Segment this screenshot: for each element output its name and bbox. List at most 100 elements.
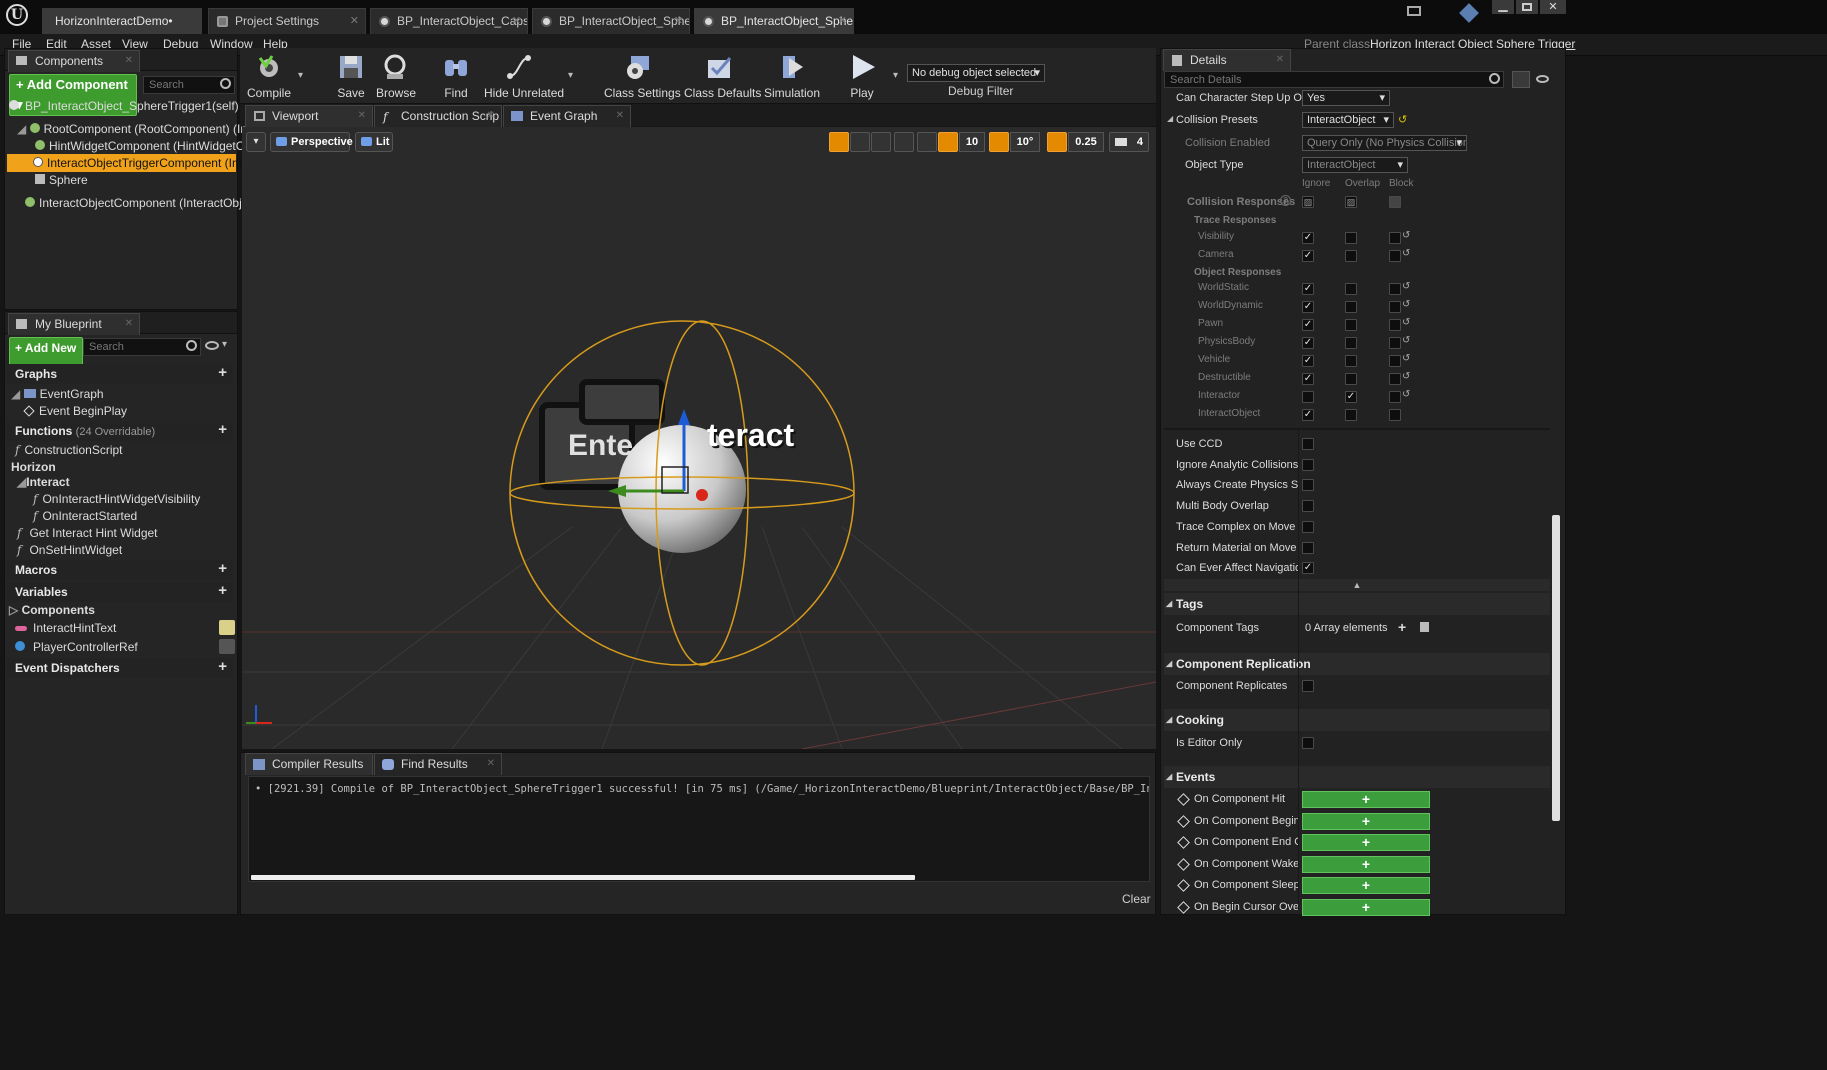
- events-category[interactable]: Events: [1164, 766, 1550, 788]
- functions-section[interactable]: Functions (24 Overridable) +: [7, 421, 233, 441]
- response-overlap-checkbox[interactable]: ✓: [1345, 391, 1357, 403]
- response-block-checkbox[interactable]: [1389, 250, 1401, 262]
- bool-property-checkbox[interactable]: [1302, 458, 1314, 471]
- function-item-interact-started[interactable]: f OnInteractStarted: [33, 509, 137, 523]
- tab-bp-capsule[interactable]: BP_InteractObject_Capsul ✕: [370, 8, 528, 34]
- response-overlap-checkbox[interactable]: [1345, 232, 1357, 244]
- response-block-checkbox[interactable]: [1389, 319, 1401, 331]
- class-defaults-button[interactable]: Class Defaults: [684, 50, 761, 100]
- add-event-button[interactable]: +: [1302, 898, 1430, 916]
- response-ignore-checkbox[interactable]: [1302, 391, 1314, 403]
- root-component-item[interactable]: ◢ RootComponent (RootComponent) (Inheri: [17, 122, 267, 136]
- bool-property-checkbox[interactable]: [1302, 479, 1314, 492]
- my-blueprint-search-input[interactable]: Search: [83, 338, 201, 356]
- reset-to-default-icon[interactable]: ↺: [1402, 317, 1410, 328]
- components-category[interactable]: ▷ Components: [9, 603, 95, 617]
- response-ignore-checkbox[interactable]: ✓: [1302, 373, 1314, 385]
- response-overlap-checkbox[interactable]: [1345, 319, 1357, 331]
- all-block-checkbox[interactable]: [1389, 196, 1401, 208]
- response-block-checkbox[interactable]: [1389, 337, 1401, 349]
- close-icon[interactable]: ✕: [674, 9, 683, 33]
- response-overlap-checkbox[interactable]: [1345, 301, 1357, 313]
- add-event-button[interactable]: +: [1302, 855, 1430, 873]
- add-event-button[interactable]: +: [1302, 834, 1430, 851]
- rotation-snap-value[interactable]: 10°: [1010, 132, 1040, 152]
- scale-mode-icon[interactable]: [871, 132, 891, 152]
- viewport[interactable]: Ente teract: [242, 127, 1156, 749]
- hint-widget-component-item[interactable]: HintWidgetComponent (HintWidgetComp: [35, 139, 268, 153]
- tab-find-results[interactable]: Find Results ✕: [374, 753, 502, 775]
- interact-object-component-item[interactable]: InteractObjectComponent (InteractObjectC: [25, 196, 266, 210]
- tab-compiler-results[interactable]: Compiler Results: [245, 753, 373, 775]
- variable-item-hint-text[interactable]: InteractHintText: [15, 620, 237, 635]
- close-icon[interactable]: ✕: [487, 106, 495, 126]
- all-overlap-checkbox[interactable]: ▨: [1345, 196, 1357, 208]
- response-block-checkbox[interactable]: [1389, 283, 1401, 295]
- components-tab[interactable]: Components ✕: [8, 50, 140, 72]
- function-item-get-hint-widget[interactable]: f Get Interact Hint Widget: [17, 526, 158, 540]
- add-element-icon[interactable]: +: [1398, 619, 1406, 635]
- response-ignore-checkbox[interactable]: ✓: [1302, 250, 1314, 262]
- grid-snap-value[interactable]: 10: [959, 132, 985, 152]
- add-macro-icon[interactable]: +: [218, 561, 227, 576]
- property-matrix-icon[interactable]: [1512, 71, 1530, 88]
- debug-object-select[interactable]: No debug object selected: [907, 64, 1045, 82]
- close-icon[interactable]: ✕: [1276, 50, 1284, 70]
- response-overlap-checkbox[interactable]: [1345, 409, 1357, 421]
- reset-to-default-icon[interactable]: ↺: [1402, 335, 1410, 346]
- variable-item-player-controller[interactable]: PlayerControllerRef: [15, 639, 237, 654]
- collapse-advanced-button[interactable]: ▲: [1164, 579, 1550, 591]
- components-search-input[interactable]: Search: [143, 76, 235, 94]
- view-options-icon[interactable]: [1536, 75, 1549, 83]
- add-graph-icon[interactable]: +: [218, 365, 227, 380]
- play-options-chevron-icon[interactable]: ▾: [893, 70, 898, 81]
- response-overlap-checkbox[interactable]: [1345, 373, 1357, 385]
- chevron-down-icon[interactable]: ▾: [222, 339, 227, 350]
- scale-snap-value[interactable]: 0.25: [1068, 132, 1104, 152]
- close-window-button[interactable]: ✕: [1540, 0, 1566, 14]
- hide-unrelated-button[interactable]: Hide Unrelated: [484, 50, 564, 100]
- response-block-checkbox[interactable]: [1389, 301, 1401, 313]
- compile-button[interactable]: Compile: [246, 50, 292, 100]
- response-block-checkbox[interactable]: [1389, 355, 1401, 367]
- all-ignore-checkbox[interactable]: ▨: [1302, 196, 1314, 208]
- object-type-select[interactable]: InteractObject: [1302, 157, 1408, 173]
- self-item[interactable]: BP_InteractObject_SphereTrigger1(self): [9, 99, 239, 113]
- collision-enabled-select[interactable]: Query Only (No Physics Collision): [1302, 135, 1467, 151]
- tab-bp-sphere-trigger[interactable]: BP_InteractObject_Sphere ✕: [694, 8, 854, 34]
- world-local-icon[interactable]: [894, 132, 914, 152]
- component-replicates-checkbox[interactable]: [1302, 680, 1314, 692]
- visibility-eye-icon[interactable]: [219, 620, 235, 635]
- compile-options-chevron-icon[interactable]: ▾: [298, 70, 303, 81]
- tab-bp-sphere[interactable]: BP_InteractObject_Sphere ✕: [532, 8, 690, 34]
- add-event-button[interactable]: +: [1302, 791, 1430, 808]
- close-icon[interactable]: ✕: [838, 9, 847, 33]
- lit-button[interactable]: Lit: [355, 132, 393, 152]
- notification-icon[interactable]: [1459, 3, 1479, 23]
- add-variable-icon[interactable]: +: [218, 583, 227, 598]
- response-ignore-checkbox[interactable]: ✓: [1302, 232, 1314, 244]
- maximize-button[interactable]: [1516, 0, 1538, 14]
- close-icon[interactable]: ✕: [616, 106, 624, 126]
- hide-unrelated-chevron-icon[interactable]: ▾: [568, 70, 573, 81]
- reset-to-default-icon[interactable]: ↺: [1402, 299, 1410, 310]
- tab-event-graph[interactable]: Event Graph ✕: [503, 105, 631, 127]
- collision-presets-select[interactable]: InteractObject: [1302, 112, 1394, 128]
- graphs-section[interactable]: Graphs +: [7, 364, 233, 384]
- selected-component-row[interactable]: InteractObjectTriggerComponent (Intera: [7, 154, 259, 172]
- my-blueprint-tab[interactable]: My Blueprint ✕: [8, 313, 140, 335]
- is-editor-only-checkbox[interactable]: [1302, 737, 1314, 749]
- translate-mode-icon[interactable]: [829, 132, 849, 152]
- response-block-checkbox[interactable]: [1389, 409, 1401, 421]
- reset-to-default-icon[interactable]: ↺: [1402, 248, 1410, 259]
- save-button[interactable]: Save: [332, 50, 370, 100]
- rotate-mode-icon[interactable]: [850, 132, 870, 152]
- reset-to-default-icon[interactable]: ↺: [1402, 230, 1410, 241]
- response-overlap-checkbox[interactable]: [1345, 250, 1357, 262]
- response-overlap-checkbox[interactable]: [1345, 337, 1357, 349]
- find-button[interactable]: Find: [436, 50, 476, 100]
- response-overlap-checkbox[interactable]: [1345, 355, 1357, 367]
- reset-to-default-icon[interactable]: ↺: [1402, 353, 1410, 364]
- response-block-checkbox[interactable]: [1389, 232, 1401, 244]
- reset-to-default-icon[interactable]: ↺: [1398, 113, 1407, 126]
